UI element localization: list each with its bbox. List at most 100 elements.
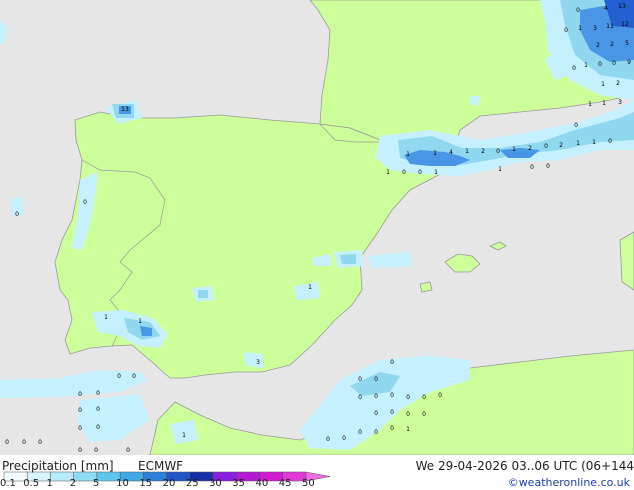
value-label: 0 bbox=[78, 407, 82, 414]
value-label: 0 bbox=[358, 376, 362, 383]
land-ibiza bbox=[419, 281, 433, 293]
value-label: 0 bbox=[5, 439, 9, 446]
value-label: 1 bbox=[308, 284, 312, 291]
value-label: 1 bbox=[602, 100, 606, 107]
legend-tick-label: 50 bbox=[302, 478, 315, 489]
value-label: 1 bbox=[498, 166, 502, 173]
value-label: 0 bbox=[374, 410, 378, 417]
value-label: 2 bbox=[616, 80, 620, 87]
value-label: 0 bbox=[83, 199, 87, 206]
value-label: 0 bbox=[564, 27, 568, 34]
value-label: 0 bbox=[406, 411, 410, 418]
value-label: 1 bbox=[138, 318, 142, 325]
value-label: 0 bbox=[342, 435, 346, 442]
value-label: 2 bbox=[610, 41, 614, 48]
value-label: 1 bbox=[465, 148, 469, 155]
value-label: 0 bbox=[530, 164, 534, 171]
value-label: 0 bbox=[546, 163, 550, 170]
value-label: 13 bbox=[618, 3, 626, 10]
value-label: 2 bbox=[559, 142, 563, 149]
value-label: 0 bbox=[438, 392, 442, 399]
value-label: 1 bbox=[584, 62, 588, 69]
value-label: 0 bbox=[390, 359, 394, 366]
value-label: 1 bbox=[406, 151, 410, 158]
value-label: 0 bbox=[126, 447, 130, 454]
value-label: 0 bbox=[96, 424, 100, 431]
value-label: 13 bbox=[121, 106, 129, 113]
value-label: 0 bbox=[612, 60, 616, 67]
value-label: 0 bbox=[358, 394, 362, 401]
legend-tick-label: 0.1 bbox=[0, 478, 16, 489]
value-label: 0 bbox=[78, 425, 82, 432]
legend-tick-label: 15 bbox=[139, 478, 153, 489]
legend-tick-label: 20 bbox=[162, 478, 176, 489]
value-label: 0 bbox=[78, 391, 82, 398]
value-label: 0 bbox=[422, 411, 426, 418]
value-label: 5 bbox=[625, 40, 629, 47]
site-credit[interactable]: ©weatheronline.co.uk bbox=[508, 476, 630, 489]
legend-tick-label: 1 bbox=[46, 478, 53, 489]
value-label: 1 bbox=[406, 426, 410, 433]
value-label: 3 bbox=[593, 25, 597, 32]
value-label: 0 bbox=[94, 447, 98, 454]
value-label: 0 bbox=[326, 436, 330, 443]
value-label: 0 bbox=[38, 439, 42, 446]
value-label: 4 bbox=[449, 149, 453, 156]
legend-tick-label: 0.5 bbox=[23, 478, 40, 489]
value-label: 0 bbox=[96, 390, 100, 397]
legend-tick-label: 40 bbox=[255, 478, 269, 489]
value-label: 1 bbox=[578, 25, 582, 32]
legend-title: Precipitation [mm] bbox=[2, 459, 114, 473]
value-label: 2 bbox=[528, 145, 532, 152]
value-label: 0 bbox=[496, 148, 500, 155]
value-label: 3 bbox=[256, 359, 260, 366]
value-label: 0 bbox=[422, 394, 426, 401]
value-label: 11 bbox=[606, 23, 614, 30]
value-label: 0 bbox=[390, 425, 394, 432]
value-label: 1 bbox=[434, 169, 438, 176]
value-label: 0 bbox=[390, 409, 394, 416]
value-label: 1 bbox=[386, 169, 390, 176]
legend-tick-label: 2 bbox=[69, 478, 77, 489]
value-label: 1 bbox=[588, 101, 592, 108]
value-label: 1 bbox=[433, 150, 437, 157]
land-sardinia bbox=[619, 231, 634, 291]
legend-tick-label: 25 bbox=[185, 478, 199, 489]
value-label: 0 bbox=[402, 169, 406, 176]
value-label: 0 bbox=[544, 143, 548, 150]
value-label: 0 bbox=[374, 429, 378, 436]
value-label: 2 bbox=[481, 148, 485, 155]
value-label: 0 bbox=[15, 211, 19, 218]
legend-tick-label: 35 bbox=[232, 478, 246, 489]
forecast-datetime: We 29-04-2026 03..06 UTC (06+144 bbox=[415, 459, 634, 473]
value-label: 1 bbox=[182, 432, 186, 439]
value-label: 0 bbox=[598, 61, 602, 68]
value-label: 0 bbox=[22, 439, 26, 446]
value-label: 1 bbox=[512, 146, 516, 153]
value-label: 1 bbox=[592, 139, 596, 146]
legend-tick-label: 45 bbox=[278, 478, 292, 489]
precipitation-map: 13 1 1 4 1 2 0 1 2 0 2 1 1 0 1 0 0 1 1 0… bbox=[0, 0, 634, 490]
value-label: 2 bbox=[596, 42, 600, 49]
value-label: 0 bbox=[574, 122, 578, 129]
model-name: ECMWF bbox=[138, 459, 184, 473]
legend-tick-label: 5 bbox=[92, 478, 100, 489]
value-label: 1 bbox=[601, 81, 605, 88]
value-label: 1 bbox=[576, 140, 580, 147]
value-label: 0 bbox=[418, 169, 422, 176]
value-label: 0 bbox=[608, 138, 612, 145]
value-label: 3 bbox=[618, 99, 622, 106]
value-label: 9 bbox=[627, 59, 631, 66]
value-label: 0 bbox=[78, 447, 82, 454]
legend-tick-label: 10 bbox=[116, 478, 129, 489]
value-label: 0 bbox=[576, 7, 580, 14]
value-label: 4 bbox=[604, 5, 608, 12]
value-label: 0 bbox=[358, 429, 362, 436]
value-label: 0 bbox=[572, 65, 576, 72]
value-label: 0 bbox=[406, 394, 410, 401]
value-label: 0 bbox=[117, 373, 121, 380]
value-label: 0 bbox=[374, 393, 378, 400]
value-label: 0 bbox=[374, 376, 378, 383]
value-label: 0 bbox=[132, 373, 136, 380]
value-label: 1 bbox=[104, 314, 108, 321]
